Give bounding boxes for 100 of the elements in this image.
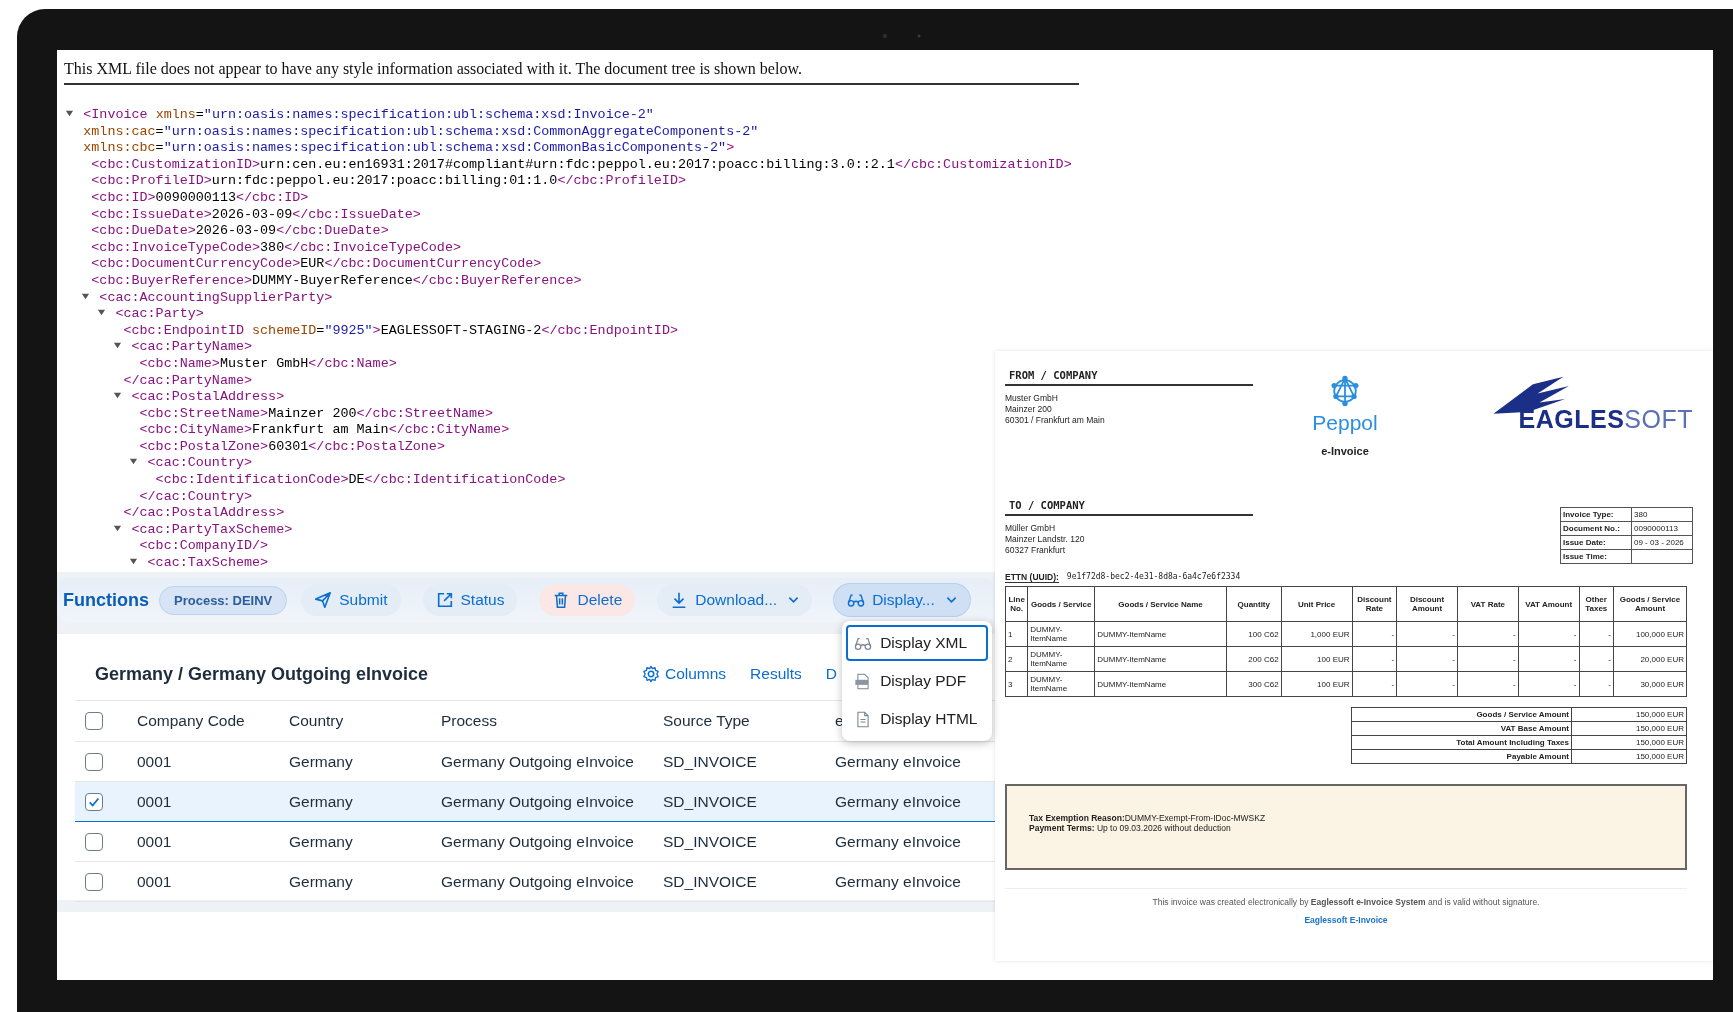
collapse-triangle-icon[interactable]	[96, 308, 106, 318]
address-line: 60327 Frankfurt	[1005, 545, 1066, 556]
total-label: Payable Amount	[1351, 749, 1572, 764]
toolbar-link[interactable]: Results	[750, 665, 802, 683]
address-line: 60301 / Frankfurt am Main	[1005, 415, 1106, 426]
table-cell-text: 0001	[137, 792, 173, 811]
table-cell-text: SD_INVOICE	[663, 832, 758, 851]
collapse-triangle-icon[interactable]	[129, 557, 139, 567]
address-line: Müller GmbH	[1005, 523, 1057, 534]
settings-icon	[641, 665, 660, 683]
column-header: Line No.	[1005, 586, 1028, 622]
checkbox[interactable]	[85, 832, 103, 851]
table-cell: -	[1352, 646, 1397, 672]
xml-line: <cbc:StreetName>Mainzer 200</cbc:StreetName>	[138, 405, 494, 423]
xml-line: <cbc:CustomizationID>urn:cen.eu:en16931:2017#compliant#urn:fdc:peppol.eu:2017:poacc:billing:3.0::2.1</cbc:CustomizationID>	[90, 156, 1072, 174]
table-cell: -	[1396, 621, 1458, 647]
toolbar-button[interactable]: Download...	[657, 584, 813, 616]
xml-line: <cac:AccountingSupplierParty>	[99, 289, 333, 305]
toolbar-link[interactable]: Columns	[641, 665, 727, 683]
checkbox[interactable]	[85, 712, 103, 730]
note-line: Payment Terms: Up to 09.03.2026 without deduction	[1029, 823, 1232, 833]
table-cell-text: Germany eInvoice	[835, 752, 962, 771]
checkbox[interactable]	[85, 752, 103, 771]
table-cell: 1,000 EUR	[1281, 621, 1353, 647]
xml-line: </cac:PartyName>	[122, 372, 253, 390]
xml-notice: This XML file does not appear to have any style information associated with it. The document tree is shown below.	[64, 60, 1079, 85]
xml-line: <Invoice xmlns="urn:oasis:names:specification:ubl:schema:xsd:Invoice-2"	[83, 107, 654, 122]
table-cell: -	[1352, 671, 1397, 697]
table-cell: -	[1457, 646, 1519, 672]
table-row[interactable]: 0001 Germany Germany Outgoing eInvoice SD_INVOICE Germany eInvoice	[75, 822, 995, 862]
menu-item[interactable]: Display XML	[846, 625, 989, 661]
table-cell-text: Germany	[289, 792, 354, 811]
checkbox[interactable]	[85, 872, 103, 891]
table-cell: 100 EUR	[1281, 671, 1353, 697]
column-header: VAT Rate	[1457, 586, 1519, 622]
toolbar-title: Functions	[63, 589, 149, 611]
column-header: Discount Amount	[1396, 586, 1458, 622]
xml-line: <cbc:ID>0090000113</cbc:ID>	[90, 189, 309, 207]
xml-line: <cbc:Name>Muster GmbH</cbc:Name>	[138, 355, 397, 373]
total-value: 150,000 EUR	[1571, 721, 1687, 736]
toolbar-link[interactable]: D	[825, 665, 837, 683]
table-cell-text: Germany eInvoice	[835, 792, 962, 811]
xml-line: <cbc:BuyerReference>DUMMY-BuyerReference</cbc:BuyerReference>	[90, 272, 582, 290]
note-line: Tax Exemption Reason:DUMMY-Exempt-From-IDoc-MWSKZ	[1029, 813, 1267, 823]
section-heading: FROM / COMPANY	[1005, 365, 1253, 386]
collapse-triangle-icon[interactable]	[64, 109, 74, 118]
logo-wordmark: EAGLESSOFT	[1518, 405, 1693, 434]
toolbar-button[interactable]: Display...	[834, 584, 970, 616]
column-header: Country	[289, 712, 344, 730]
toolbar-button[interactable]: Submit	[301, 584, 401, 616]
glasses-icon	[847, 591, 866, 609]
collapse-triangle-icon[interactable]	[113, 341, 122, 351]
address-line: Muster GmbH	[1005, 393, 1059, 404]
column-header: Company Code	[137, 712, 245, 730]
table-cell: 2	[1005, 646, 1028, 672]
total-label: Goods / Service Amount	[1351, 707, 1572, 722]
total-value: 150,000 EUR	[1571, 749, 1687, 764]
paper-plane-icon	[314, 591, 333, 609]
table-cell: DUMMY-ItemName	[1027, 621, 1095, 647]
info-label: Issue Date:	[1560, 535, 1632, 550]
table-cell: -	[1518, 646, 1579, 672]
address-line: Mainzer Landstr. 120	[1005, 534, 1086, 545]
xml-line: <cbc:IssueDate>2026-03-09</cbc:IssueDate>	[90, 206, 421, 224]
table-title: Germany / Germany Outgoing eInvoice	[95, 663, 429, 685]
address-line: Mainzer 200	[1005, 404, 1053, 415]
column-header: Other Taxes	[1579, 586, 1614, 622]
toolbar-button[interactable]: Status	[422, 584, 518, 616]
column-header: Discount Rate	[1352, 586, 1397, 622]
table-cell-text: Germany Outgoing eInvoice	[441, 872, 635, 891]
footer-link[interactable]: Eaglessoft E-Invoice	[1304, 915, 1388, 925]
table-cell-text: Germany	[289, 752, 354, 771]
xml-line: xmlns:cac="urn:oasis:names:specification:ubl:schema:xsd:CommonAggregateComponents-2"	[83, 123, 759, 139]
table-cell: -	[1579, 671, 1614, 697]
table-row[interactable]: 0001 Germany Germany Outgoing eInvoice SD_INVOICE Germany eInvoice	[75, 782, 995, 822]
caret-down-icon	[945, 596, 957, 604]
xml-line: </cac:Country>	[138, 488, 253, 506]
table-cell: -	[1518, 621, 1579, 647]
table-cell: 30,000 EUR	[1613, 671, 1687, 697]
table-cell: -	[1579, 621, 1614, 647]
uuid-label: ETTN (UUID):	[1005, 572, 1059, 583]
info-value: 0090000113	[1631, 521, 1693, 536]
collapse-triangle-icon[interactable]	[129, 457, 139, 467]
table-cell-text: SD_INVOICE	[663, 792, 758, 811]
table-cell: 200 C62	[1226, 646, 1282, 672]
toolbar-button[interactable]: Delete	[539, 584, 636, 616]
table-cell: -	[1518, 671, 1579, 697]
xml-line: xmlns:cbc="urn:oasis:names:specification:ubl:schema:xsd:CommonBasicComponents-2">	[83, 140, 735, 156]
table-cell: DUMMY-ItemName	[1094, 646, 1227, 672]
collapse-triangle-icon[interactable]	[113, 391, 122, 401]
column-header: Unit Price	[1281, 586, 1353, 622]
xml-line: <cac:PostalAddress>	[131, 389, 285, 405]
collapse-triangle-icon[interactable]	[113, 523, 122, 533]
xml-line: <cac:TaxScheme>	[147, 555, 269, 571]
table-cell: -	[1396, 671, 1458, 697]
xml-line: <cbc:InvoiceTypeCode>380</cbc:InvoiceTypeCode>	[90, 239, 461, 257]
collapse-triangle-icon[interactable]	[80, 291, 90, 301]
table-row[interactable]: 0001 Germany Germany Outgoing eInvoice SD_INVOICE Germany eInvoice	[75, 862, 995, 902]
table-cell: 3	[1005, 671, 1028, 697]
checkbox[interactable]	[85, 792, 103, 811]
table-cell: DUMMY-ItemName	[1094, 671, 1227, 697]
